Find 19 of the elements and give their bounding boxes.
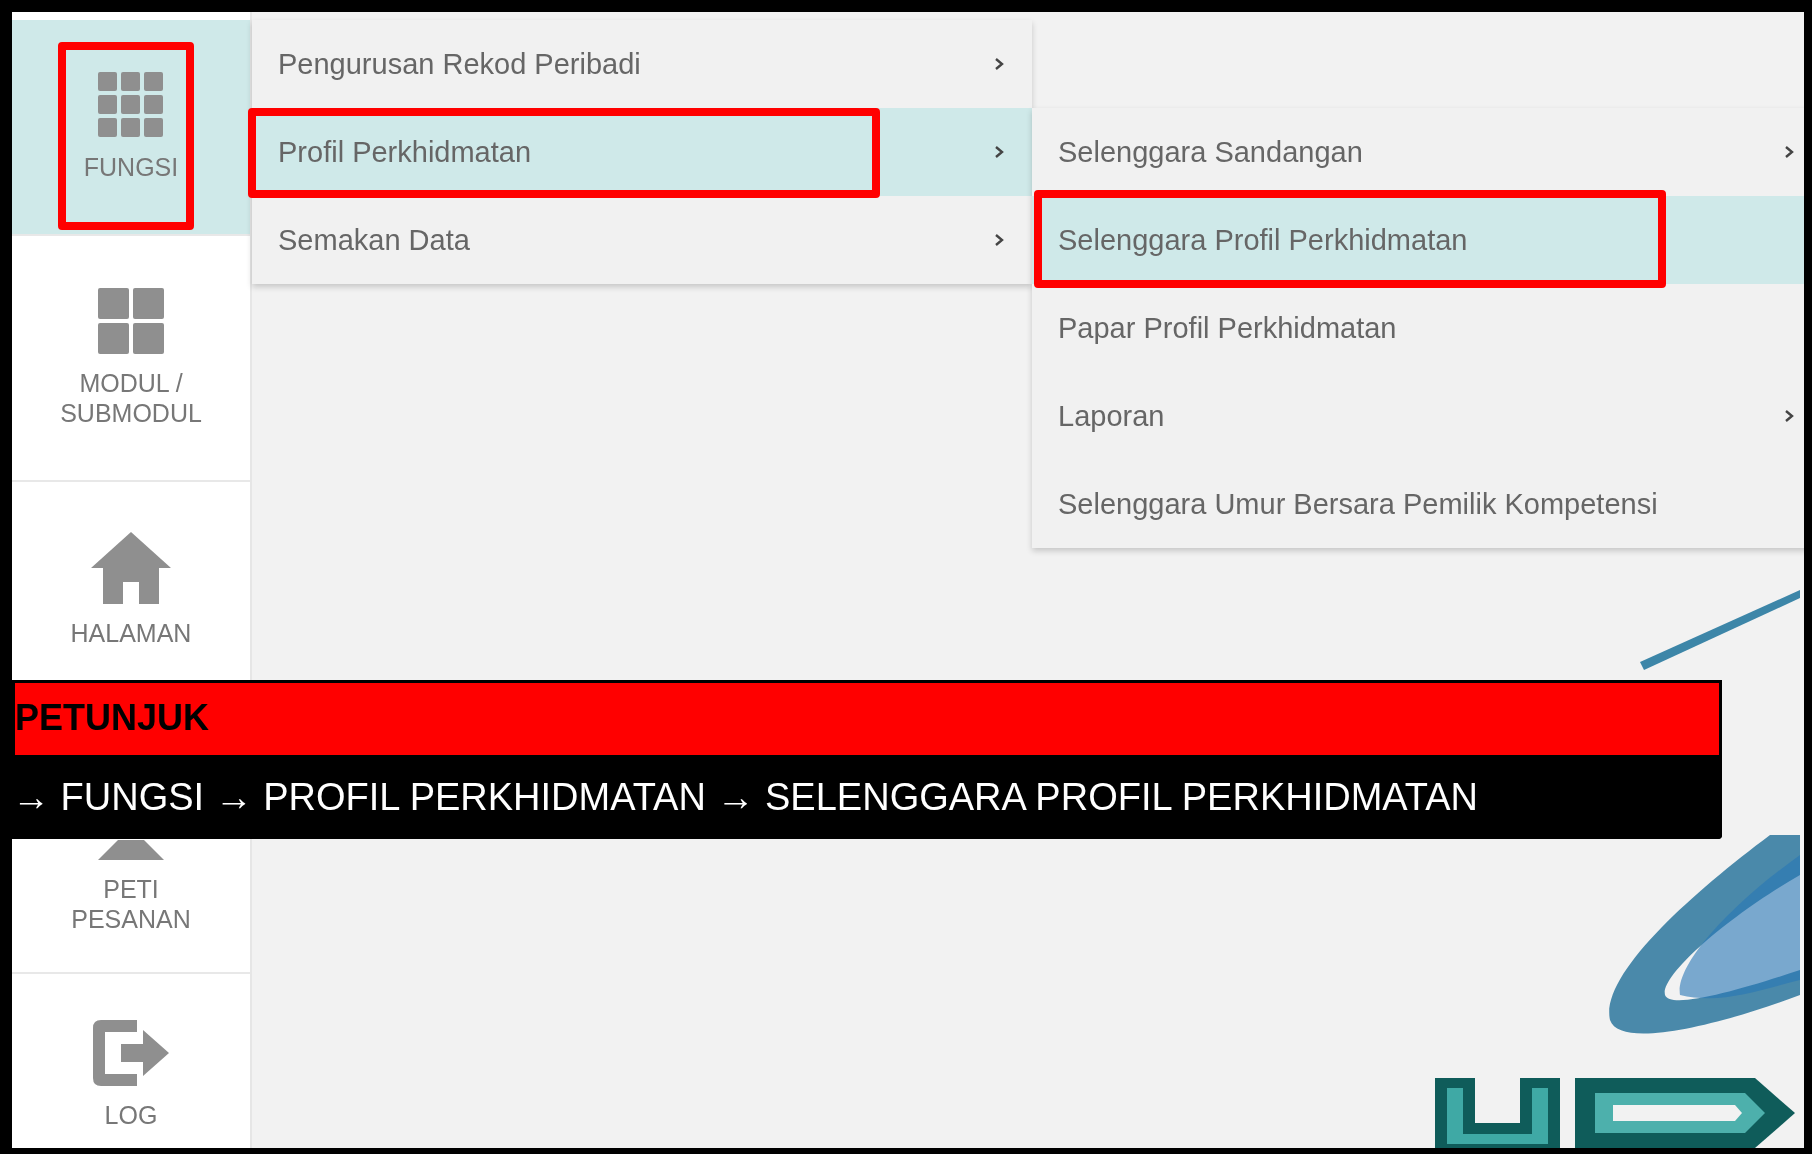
nav-item[interactable]: FUNGSI [12, 20, 250, 236]
menu-item[interactable]: Pengurusan Rekod Peribadi [252, 20, 1032, 108]
nav-item[interactable]: MODUL / SUBMODUL [12, 236, 250, 482]
nav-label: PETI PESANAN [71, 874, 191, 934]
guide-title: PETUNJUK [12, 680, 1722, 758]
menu-item[interactable]: Semakan Data [252, 196, 1032, 284]
nav-item[interactable]: LOG [12, 974, 250, 1148]
nav-label: MODUL / SUBMODUL [60, 368, 202, 428]
grid-icon [98, 288, 164, 354]
logout-icon [93, 1020, 169, 1086]
menu-item[interactable]: Laporan [1032, 372, 1804, 460]
nav-label: FUNGSI [83, 152, 179, 182]
menu-item[interactable]: Papar Profil Perkhidmatan [1032, 284, 1804, 372]
home-icon [91, 532, 171, 604]
menu-item[interactable]: Selenggara Sandangan [1032, 108, 1804, 196]
nav-label: HALAMAN [70, 618, 192, 648]
menu-item[interactable]: Selenggara Umur Bersara Pemilik Kompetensi [1032, 460, 1804, 548]
grid-icon [98, 72, 164, 138]
nav-label: LOG [104, 1100, 158, 1130]
